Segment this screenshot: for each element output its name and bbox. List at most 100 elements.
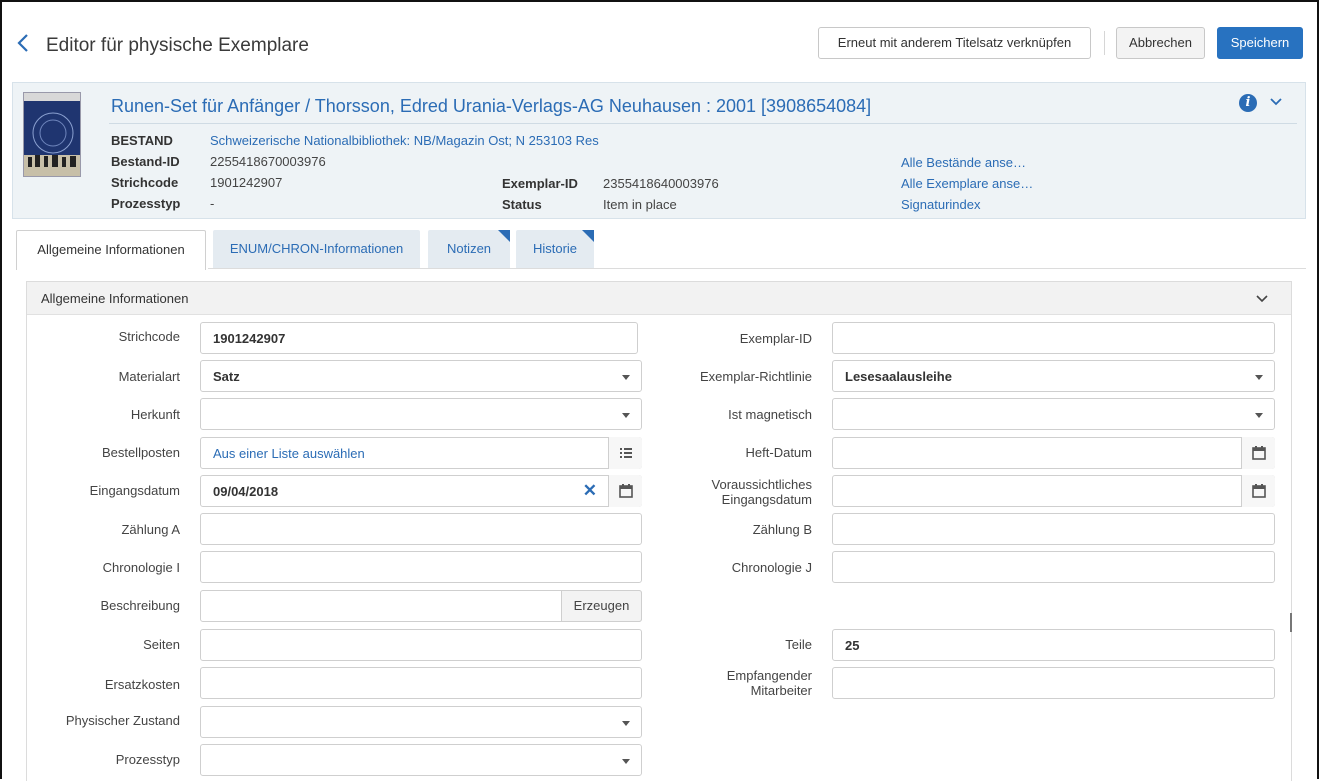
editor-window: Editor für physische Exemplare Erneut mi… (0, 0, 1319, 781)
calendar-icon[interactable] (1241, 475, 1275, 507)
physischer-zustand-select[interactable] (200, 706, 642, 738)
exemplar-richtlinie-select[interactable]: Lesesaalausleihe (832, 360, 1275, 392)
bestand-id-value: 2255418670003976 (210, 154, 326, 169)
all-items-link[interactable]: Alle Exemplare anse… (901, 176, 1033, 191)
info-icon[interactable]: i (1239, 94, 1257, 112)
strichcode-input-value: 1901242907 (213, 331, 286, 346)
seiten-field-label: Seiten (143, 637, 180, 652)
tab-bar: Allgemeine Informationen ENUM/CHRON-Info… (12, 230, 1306, 270)
exemplar-id-value: 2355418640003976 (603, 176, 719, 191)
status-value: Item in place (603, 197, 677, 212)
voraussichtliches-eingangsdatum-input[interactable] (832, 475, 1275, 507)
relink-button[interactable]: Erneut mit anderem Titelsatz verknüpfen (818, 27, 1091, 59)
calendar-icon[interactable] (1241, 437, 1275, 469)
empfangender-label-line2: Mitarbeiter (750, 683, 812, 698)
bestand-id-label: Bestand-ID (111, 154, 180, 169)
empfangender-mitarbeiter-input[interactable] (832, 667, 1275, 699)
chronologie-j-input[interactable] (832, 551, 1275, 583)
flag-icon (582, 230, 594, 242)
exemplar-id-field-label: Exemplar-ID (739, 331, 812, 346)
caret-down-icon (1255, 375, 1263, 380)
chevron-left-icon[interactable] (16, 32, 30, 54)
materialart-select[interactable]: Satz (200, 360, 642, 392)
bestellposten-input-value[interactable]: Aus einer Liste auswählen (213, 446, 365, 461)
save-button[interactable]: Speichern (1217, 27, 1303, 59)
prozesstyp-select[interactable] (200, 744, 642, 776)
page-title: Editor für physische Exemplare (46, 35, 309, 56)
chevron-down-icon[interactable] (1255, 292, 1269, 306)
status-label: Status (502, 197, 542, 212)
zaehlung-a-field-label: Zählung A (121, 522, 180, 537)
exemplar-id-label: Exemplar-ID (502, 176, 578, 191)
materialart-field-label: Materialart (118, 369, 180, 384)
record-title[interactable]: Runen-Set für Anfänger / Thorsson, Edred… (111, 96, 871, 117)
ist-magnetisch-select[interactable] (832, 398, 1275, 430)
tab-notes[interactable]: Notizen (428, 230, 510, 269)
tab-enum-chron[interactable]: ENUM/CHRON-Informationen (213, 230, 420, 269)
prozesstyp-label: Prozesstyp (111, 196, 181, 211)
section-header[interactable]: Allgemeine Informationen (27, 282, 1291, 315)
cover-image (23, 92, 81, 177)
materialart-select-value: Satz (213, 369, 240, 384)
bestand-label: BESTAND (111, 133, 173, 148)
teile-input-value: 25 (845, 638, 860, 653)
bestellposten-input[interactable]: Aus einer Liste auswählen (200, 437, 642, 469)
zaehlung-b-field-label: Zählung B (752, 522, 812, 537)
header-divider (1104, 31, 1105, 55)
herkunft-field-label: Herkunft (130, 407, 180, 422)
exemplar-richtlinie-field-label: Exemplar-Richtlinie (700, 369, 812, 384)
prozesstyp-value: - (210, 196, 215, 211)
calendar-icon[interactable] (608, 475, 642, 507)
chronologie-i-input[interactable] (200, 551, 642, 583)
ersatzkosten-field-label: Ersatzkosten (104, 677, 180, 692)
beschreibung-input[interactable]: Erzeugen (200, 590, 642, 622)
zaehlung-a-input[interactable] (200, 513, 642, 545)
generate-button[interactable]: Erzeugen (561, 590, 642, 622)
zaehlung-b-input[interactable] (832, 513, 1275, 545)
prozesstyp-field-label: Prozesstyp (115, 752, 180, 767)
tab-general-info[interactable]: Allgemeine Informationen (16, 230, 206, 270)
strichcode-input[interactable]: 1901242907 (200, 322, 638, 354)
tab-notes-label: Notizen (446, 241, 492, 256)
cover-art (24, 93, 80, 176)
cancel-button[interactable]: Abbrechen (1116, 27, 1205, 59)
teile-input[interactable]: 25 (832, 629, 1275, 661)
scrollbar-thumb[interactable] (1290, 613, 1292, 632)
list-icon[interactable] (608, 437, 642, 469)
ist-magnetisch-field-label: Ist magnetisch (728, 407, 812, 422)
all-holdings-link[interactable]: Alle Bestände anse… (901, 155, 1026, 170)
ersatzkosten-input[interactable] (200, 667, 642, 699)
bestellposten-field-label: Bestellposten (101, 445, 180, 460)
tab-history[interactable]: Historie (516, 230, 594, 269)
voraussichtliches-label-line2: Eingangsdatum (721, 492, 812, 507)
physischer-zustand-field-label: Physischer Zustand (65, 713, 180, 728)
flag-icon (498, 230, 510, 242)
teile-field-label: Teile (785, 637, 812, 652)
exemplar-id-input[interactable] (832, 322, 1275, 354)
voraussichtliches-label-line1: Voraussichtliches (711, 477, 812, 492)
eingangsdatum-input-value: 09/04/2018 (213, 484, 279, 499)
bestand-link[interactable]: Schweizerische Nationalbibliothek: NB/Ma… (210, 133, 599, 148)
call-number-index-link[interactable]: Signaturindex (901, 197, 981, 212)
strichcode-value: 1901242907 (210, 175, 283, 190)
chronologie-j-field-label: Chronologie J (731, 560, 812, 575)
close-icon[interactable]: ✕ (583, 481, 597, 501)
heft-datum-field-label: Heft-Datum (745, 445, 812, 460)
herkunft-select[interactable] (200, 398, 642, 430)
empfangender-mitarbeiter-label: Empfangender Mitarbeiter (662, 668, 812, 698)
tabs-divider (208, 268, 1306, 269)
empfangender-label-line1: Empfangender (726, 668, 812, 683)
record-divider (109, 123, 1297, 124)
strichcode-field-label: Strichcode (118, 329, 180, 344)
heft-datum-input[interactable] (832, 437, 1275, 469)
caret-down-icon (622, 721, 630, 726)
chevron-down-icon[interactable] (1269, 95, 1283, 109)
chronologie-i-field-label: Chronologie I (102, 560, 180, 575)
caret-down-icon (1255, 413, 1263, 418)
beschreibung-field-label: Beschreibung (100, 598, 181, 613)
seiten-input[interactable] (200, 629, 642, 661)
caret-down-icon (622, 413, 630, 418)
eingangsdatum-field-label: Eingangsdatum (89, 483, 180, 498)
section-title: Allgemeine Informationen (41, 291, 189, 306)
eingangsdatum-input[interactable]: 09/04/2018 ✕ (200, 475, 642, 507)
